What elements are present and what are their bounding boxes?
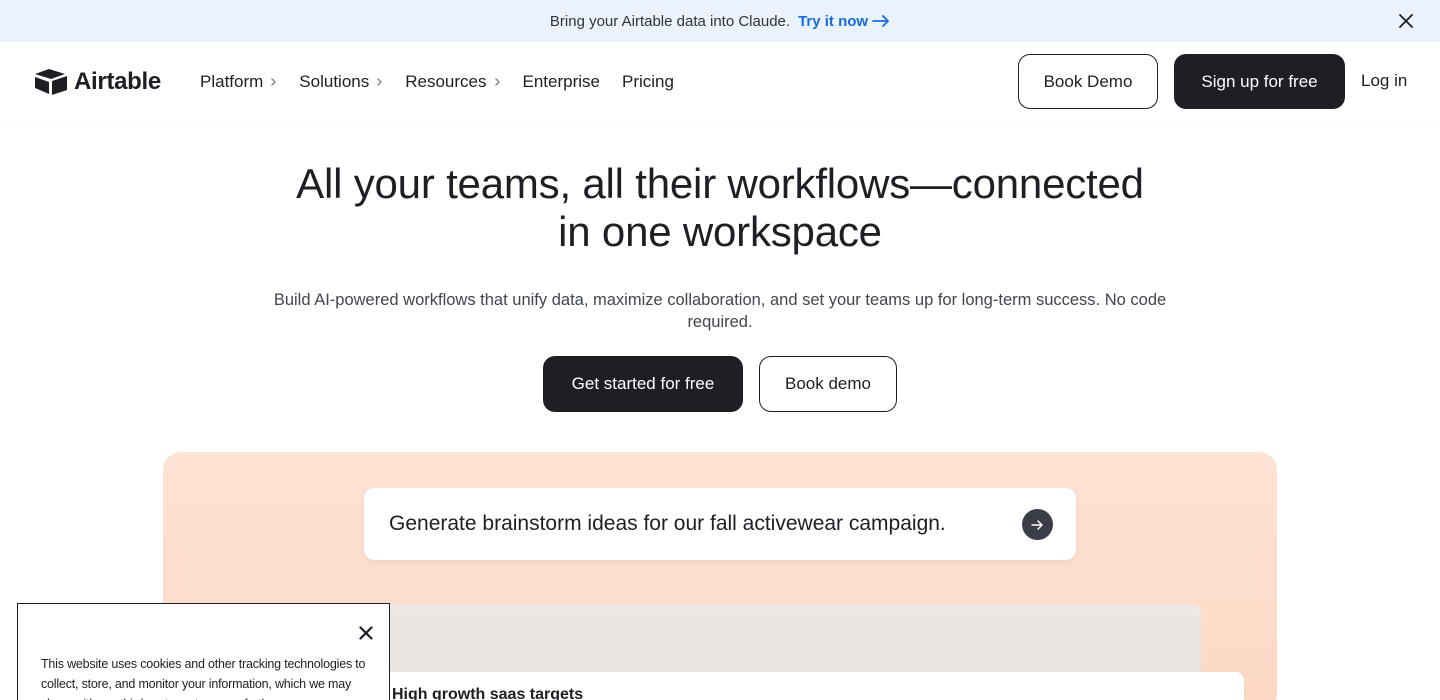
nav-enterprise[interactable]: Enterprise (523, 72, 600, 92)
hero-title-line1: All your teams, all their workflows—conn… (296, 160, 1144, 207)
prompt-text: Generate brainstorm ideas for our fall a… (389, 512, 946, 535)
airtable-logo-icon (35, 69, 67, 95)
chevron-right-icon (377, 78, 383, 86)
nav-resources[interactable]: Resources (405, 72, 500, 92)
preview-card: High growth saas targets (378, 672, 1244, 700)
hero-title: All your teams, all their workflows—conn… (220, 160, 1220, 256)
book-demo-button[interactable]: Book Demo (1018, 54, 1158, 109)
cookie-text: This website uses cookies and other trac… (41, 657, 366, 700)
nav-enterprise-label: Enterprise (522, 72, 600, 91)
log-in-link[interactable]: Log in (1361, 71, 1407, 91)
send-button[interactable] (1022, 509, 1053, 540)
banner-text: Bring your Airtable data into Claude. (549, 12, 791, 30)
nav-solutions-label: Solutions (299, 72, 370, 91)
ai-prompt-input[interactable]: Generate brainstorm ideas for our fall a… (364, 488, 1076, 560)
close-icon[interactable] (1398, 13, 1414, 29)
sign-up-button[interactable]: Sign up for free (1174, 54, 1345, 109)
hero-subtitle: Build AI-powered workflows that unify da… (273, 291, 1167, 331)
try-it-now-label: Try it now (798, 12, 869, 30)
cookie-consent-dialog: This website uses cookies and other trac… (17, 603, 390, 700)
airtable-logo[interactable]: Airtable (34, 68, 161, 96)
logo-text: Airtable (74, 68, 161, 95)
announcement-banner: Bring your Airtable data into Claude. Tr… (0, 0, 1440, 42)
preview-title: High growth saas targets (392, 686, 584, 700)
get-started-button[interactable]: Get started for free (543, 356, 743, 412)
nav-pricing-label: Pricing (621, 72, 674, 91)
arrow-right-icon (872, 15, 889, 27)
nav-solutions[interactable]: Solutions (299, 72, 383, 92)
hero-title-line2: in one workspace (558, 208, 882, 255)
site-header: Airtable Platform Solutions Resources En… (0, 42, 1440, 122)
nav-platform[interactable]: Platform (200, 72, 277, 92)
close-icon[interactable] (359, 626, 373, 640)
nav-pricing[interactable]: Pricing (622, 72, 674, 92)
nav-resources-label: Resources (405, 72, 487, 91)
try-it-now-link[interactable]: Try it now (798, 13, 890, 30)
main-nav: Platform Solutions Resources Enterprise … (200, 42, 696, 122)
book-demo-hero-button[interactable]: Book demo (759, 356, 897, 412)
chevron-right-icon (494, 78, 500, 86)
arrow-right-icon (1031, 519, 1043, 530)
chevron-right-icon (271, 78, 277, 86)
nav-platform-label: Platform (200, 72, 264, 91)
